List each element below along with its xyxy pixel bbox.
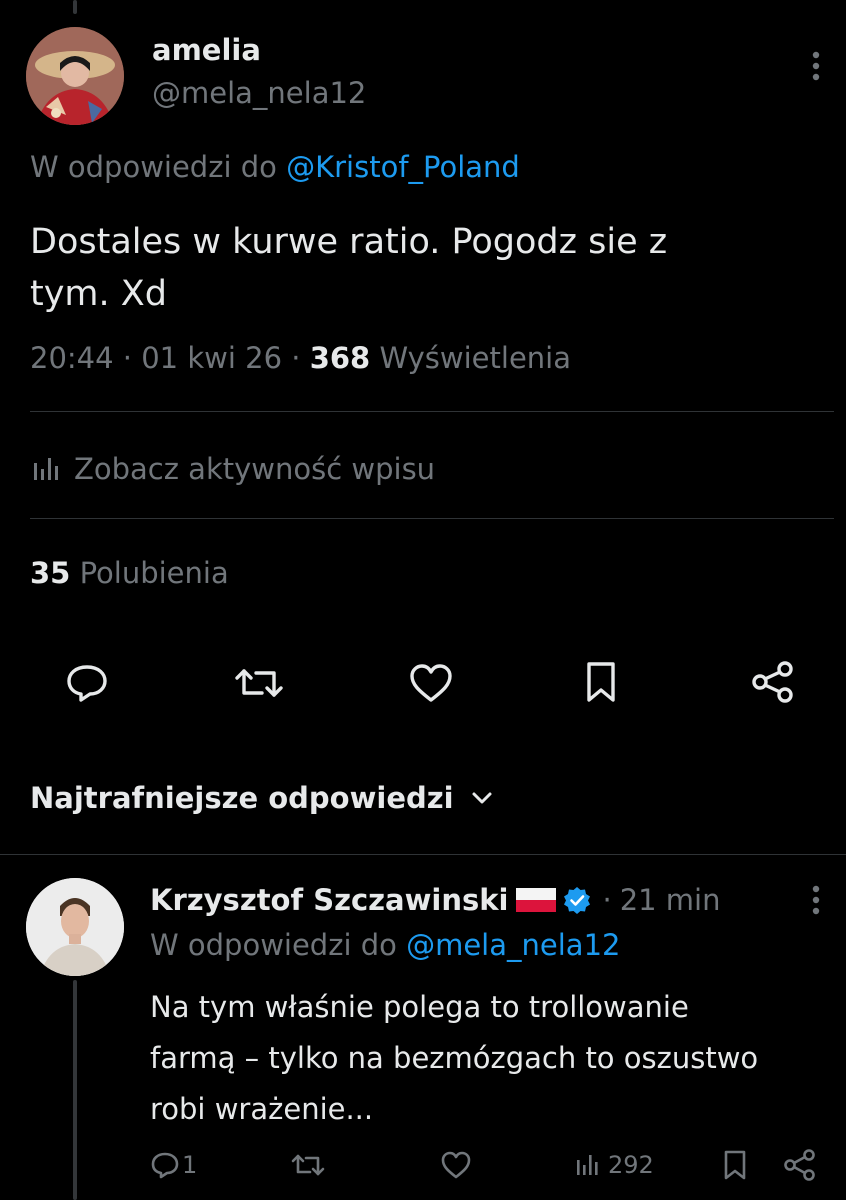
likes-stat[interactable]: 35 Polubienia [30,556,229,590]
replies-sort-dropdown[interactable]: Najtrafniejsze odpowiedzi [30,778,494,818]
tweet-time[interactable]: 20:44 [30,341,114,375]
reply-views-count: 292 [608,1151,654,1179]
post-activity-link[interactable]: Zobacz aktywność wpisu [30,449,435,489]
reply-more-options-icon[interactable] [802,880,830,920]
separator-dot: · [291,341,301,375]
reply-text-line: farmą – tylko na bezmózgach to oszustwo [150,1041,759,1075]
avatar[interactable] [26,27,124,125]
bookmark-icon[interactable] [579,656,623,708]
reply-to-line: W odpowiedzi do @Kristof_Poland [30,150,520,184]
reply-icon[interactable] [62,658,112,708]
analytics-icon [574,1151,604,1179]
views-label: Wyświetlenia [379,341,571,375]
retweet-icon[interactable] [232,660,286,706]
tweet-text-line: tym. Xd [30,274,167,314]
poland-flag-icon [516,886,557,914]
like-icon[interactable] [406,660,456,706]
reply-avatar[interactable] [26,878,124,976]
reply-text: Na tym właśnie polega to trollowanie far… [150,982,758,1135]
divider [30,518,834,519]
analytics-icon [30,454,64,484]
tweet-text-line: Dostales w kurwe ratio. Pogodz sie z [30,222,668,262]
likes-count: 35 [30,556,71,590]
tweet-text: Dostales w kurwe ratio. Pogodz sie z tym… [30,216,667,320]
user-handle[interactable]: @mela_nela12 [152,76,366,110]
display-name[interactable]: amelia [152,33,261,67]
reply-views-button[interactable]: 292 [574,1148,654,1182]
separator-dot: · [122,341,133,375]
reply-to-mention[interactable]: @mela_nela12 [406,928,620,962]
tweet-date[interactable]: 01 kwi 26 [141,341,282,375]
reply-header: Krzysztof Szczawinski · 21 min [150,880,721,920]
post-activity-label: Zobacz aktywność wpisu [74,452,436,486]
likes-label: Polubienia [79,556,229,590]
reply-reply-button[interactable]: 1 [150,1148,197,1182]
reply-to-prefix: W odpowiedzi do [30,150,277,184]
views-count: 368 [309,341,371,375]
reply-display-name[interactable]: Krzysztof Szczawinski [150,883,508,917]
reply-to-mention[interactable]: @Kristof_Poland [286,150,520,184]
verified-badge-icon[interactable] [562,885,592,915]
thread-line [73,980,77,1200]
reply-text-line: robi wrażenie... [150,1092,374,1126]
bookmark-icon[interactable] [718,1146,752,1184]
reply-count: 1 [182,1151,198,1179]
divider [30,411,834,412]
tweet-meta: 20:44 · 01 kwi 26 · 368 Wyświetlenia [30,341,571,375]
replies-sort-label: Najtrafniejsze odpowiedzi [30,781,454,815]
chevron-down-icon [470,790,494,806]
reply-text-line: Na tym właśnie polega to trollowanie [150,990,689,1024]
retweet-icon[interactable] [288,1148,328,1182]
like-icon[interactable] [438,1148,474,1182]
reply-reply-to-line: W odpowiedzi do @mela_nela12 [150,928,620,962]
share-icon[interactable] [748,656,798,708]
divider [0,854,846,855]
more-options-icon[interactable] [802,46,830,86]
reply-to-prefix: W odpowiedzi do [150,928,397,962]
share-icon[interactable] [780,1146,820,1184]
reply-time[interactable]: 21 min [620,883,721,917]
separator-dot: · [602,883,612,917]
reply-icon [150,1151,180,1179]
thread-line-top [73,0,77,14]
